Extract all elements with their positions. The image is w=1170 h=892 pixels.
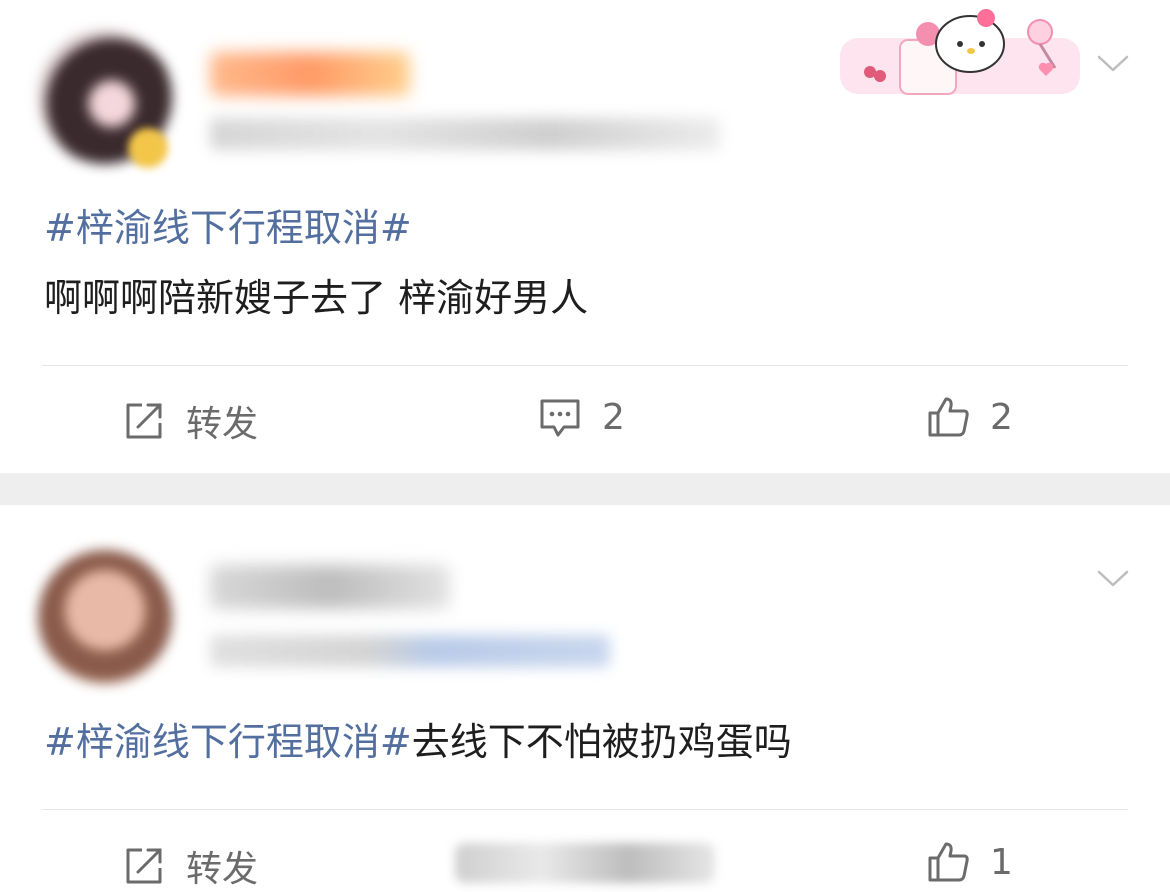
like-count: 2: [990, 396, 1013, 438]
like-button[interactable]: 2: [926, 395, 1013, 439]
post-separator: [0, 473, 1170, 505]
repost-icon: [126, 848, 162, 884]
post-content: 去线下不怕被扔鸡蛋吗: [411, 720, 792, 764]
username-blurred[interactable]: [210, 52, 410, 96]
post-content: 啊啊啊陪新嫂子去了 梓渝好男人: [44, 276, 589, 320]
post-text: #梓渝线下行程取消#去线下不怕被扔鸡蛋吗: [44, 717, 792, 767]
verified-badge: [128, 128, 168, 168]
repost-icon: [126, 403, 162, 439]
divider: [42, 809, 1128, 810]
post-meta-blurred: [210, 118, 720, 150]
post-card-2: #梓渝线下行程取消#去线下不怕被扔鸡蛋吗 转发 1: [0, 505, 1170, 890]
chevron-down-icon[interactable]: [1096, 46, 1130, 80]
comment-button-blurred[interactable]: [455, 843, 715, 883]
chevron-down-icon[interactable]: [1096, 561, 1130, 595]
hashtag-link[interactable]: #梓渝线下行程取消#: [44, 206, 412, 250]
post-meta-blurred: [210, 635, 610, 667]
comment-count: 2: [602, 396, 625, 438]
repost-label: 转发: [186, 404, 259, 445]
repost-button[interactable]: 转发: [122, 395, 258, 447]
like-button[interactable]: 1: [926, 840, 1013, 884]
divider: [42, 365, 1128, 366]
like-count: 1: [990, 841, 1013, 883]
like-icon: [928, 842, 969, 882]
post-hashtag[interactable]: #梓渝线下行程取消#: [44, 203, 412, 253]
post-card-1: #梓渝线下行程取消# 啊啊啊陪新嫂子去了 梓渝好男人 转发 2 2: [0, 0, 1170, 473]
avatar[interactable]: [38, 550, 172, 684]
username-blurred[interactable]: [210, 565, 450, 609]
repost-label: 转发: [186, 849, 259, 890]
comment-icon: [540, 399, 580, 437]
hello-kitty-sticker: [840, 0, 1080, 104]
hashtag-link[interactable]: #梓渝线下行程取消#: [44, 720, 412, 764]
comment-button[interactable]: 2: [538, 395, 625, 439]
like-icon: [928, 397, 969, 437]
repost-button[interactable]: 转发: [122, 840, 258, 892]
